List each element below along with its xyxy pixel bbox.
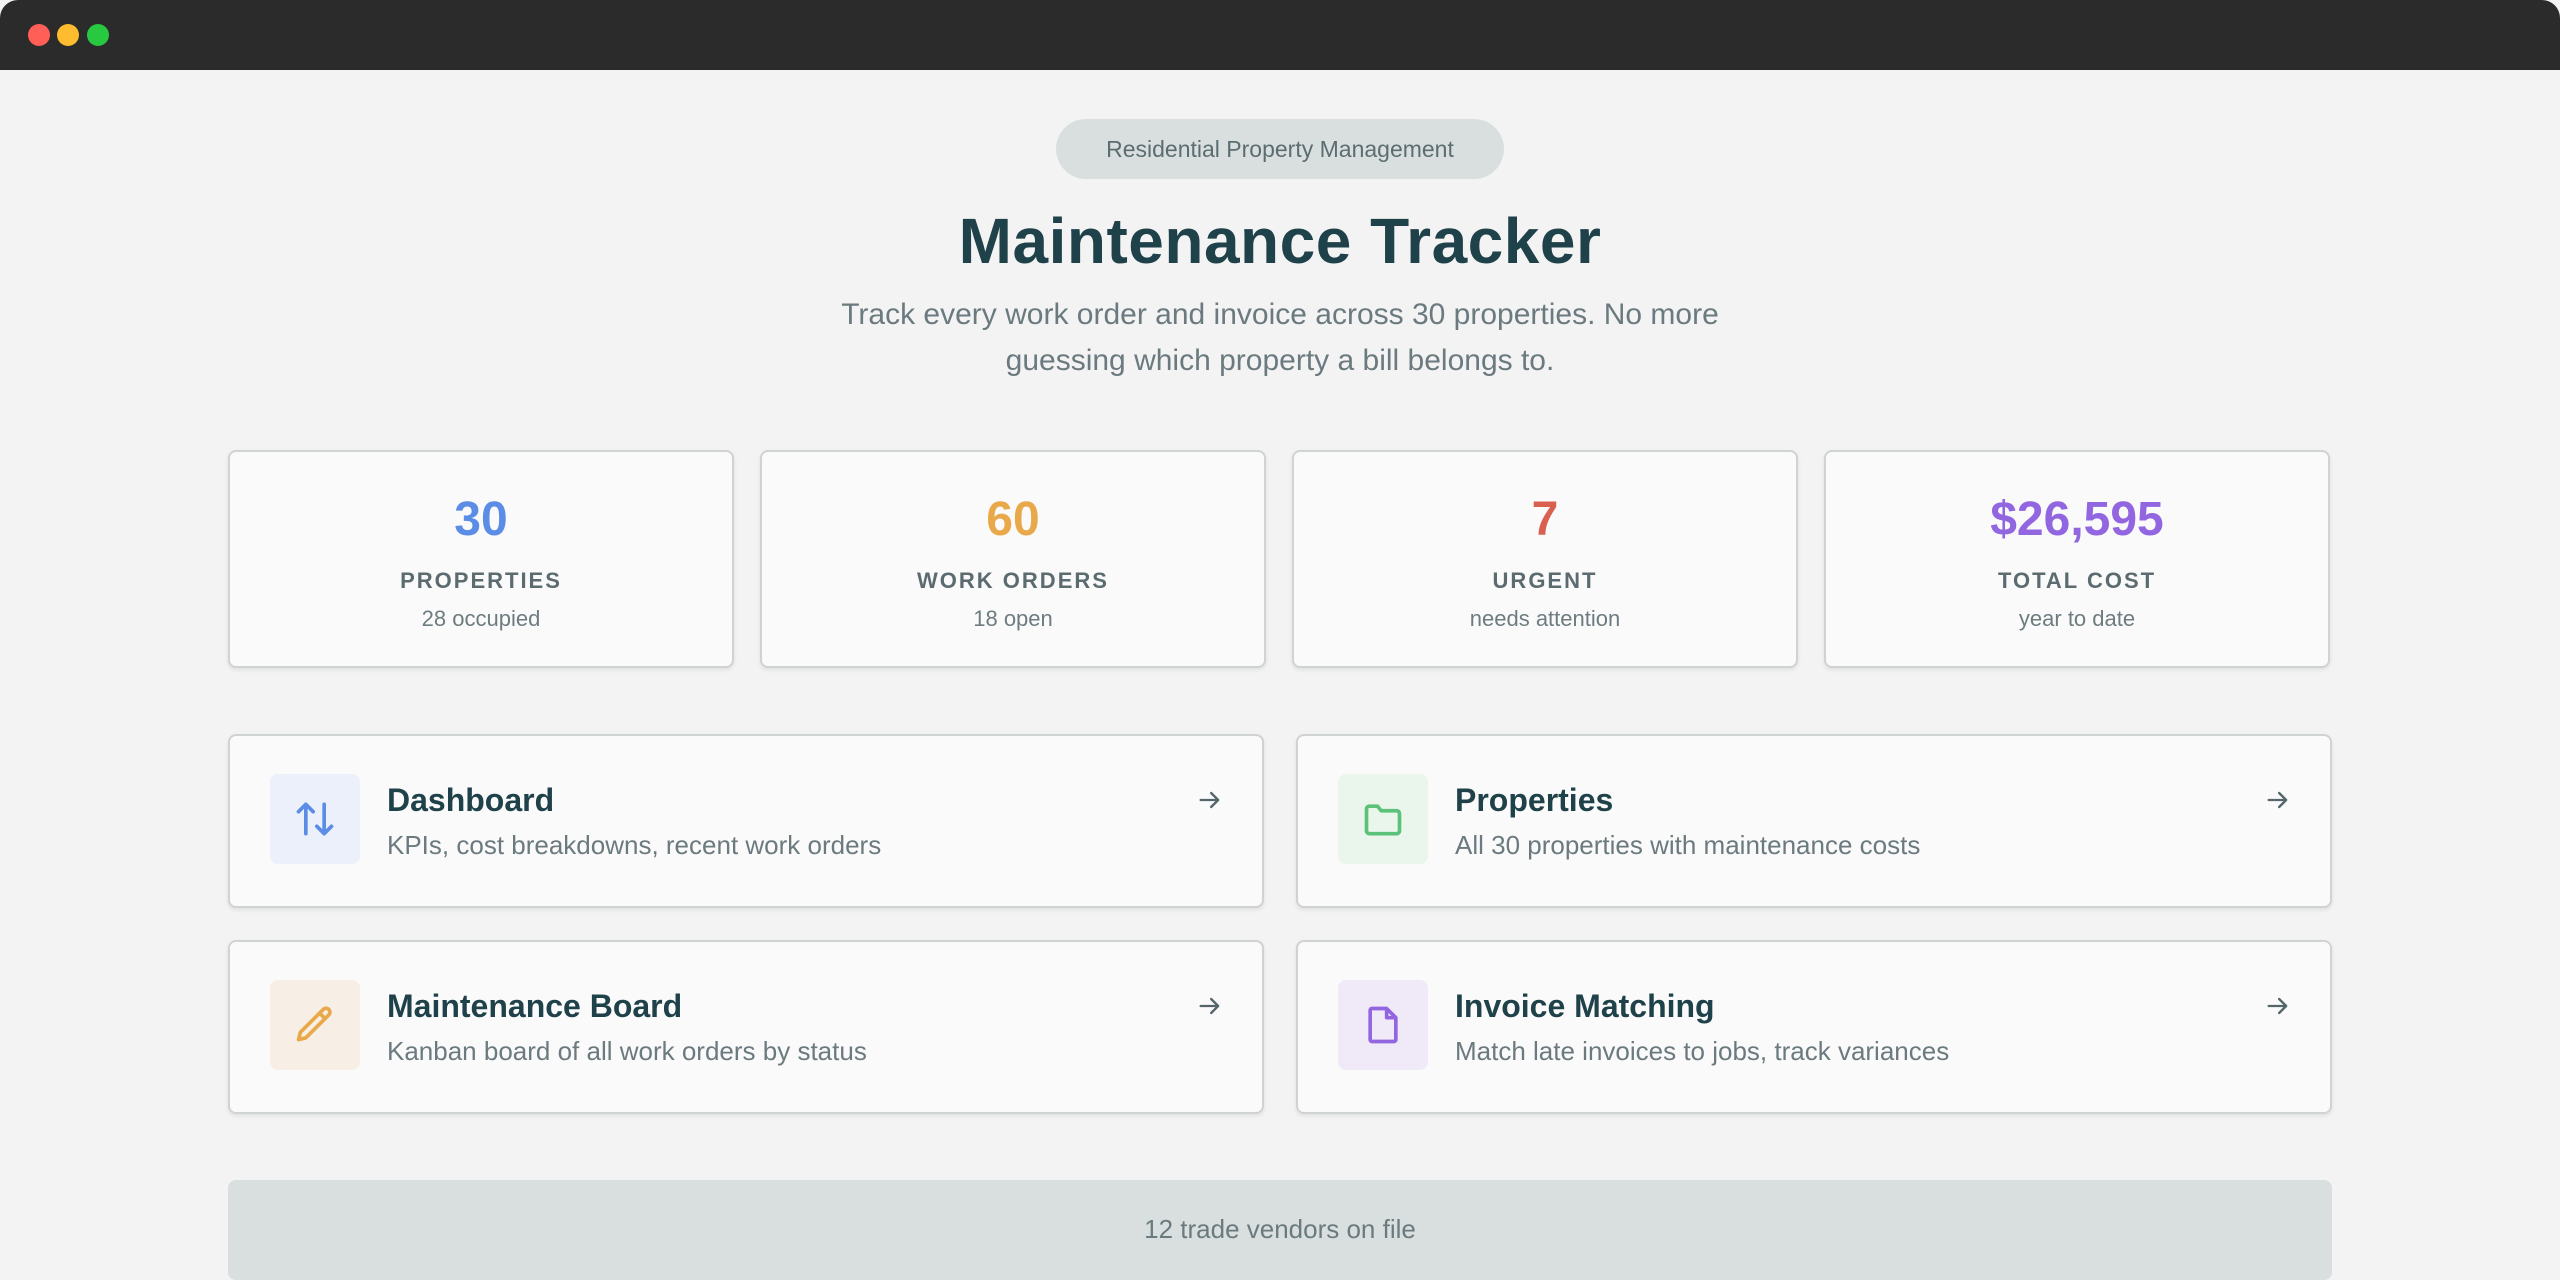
nav-card-maintenance-board[interactable]: Maintenance Board Kanban board of all wo… <box>228 940 1264 1114</box>
stat-card-urgent: 7 URGENT needs attention <box>1292 450 1798 668</box>
stat-subtext: needs attention <box>1469 606 1621 631</box>
document-icon <box>1338 980 1428 1070</box>
arrow-right-icon <box>2267 997 2288 1015</box>
arrow-right-icon <box>1199 997 1220 1015</box>
stat-value: $26,595 <box>1990 493 2164 546</box>
stat-subtext: 18 open <box>973 606 1053 631</box>
window-titlebar <box>0 0 2560 70</box>
stat-label: URGENT <box>1492 568 1598 593</box>
stat-value: 30 <box>454 493 508 546</box>
stat-card-work-orders: 60 WORK ORDERS 18 open <box>760 450 1266 668</box>
maximize-window-button[interactable] <box>87 24 109 46</box>
arrows-up-down-icon <box>270 774 360 864</box>
category-badge: Residential Property Management <box>1056 119 1504 179</box>
stat-subtext: 28 occupied <box>421 606 541 631</box>
stat-card-total-cost: $26,595 TOTAL COST year to date <box>1824 450 2330 668</box>
nav-card-invoice-matching[interactable]: Invoice Matching Match late invoices to … <box>1296 940 2332 1114</box>
landing-page: Residential Property Management Maintena… <box>0 70 2560 1280</box>
nav-card-properties[interactable]: Properties All 30 properties with mainte… <box>1296 734 2332 908</box>
close-window-button[interactable] <box>28 24 50 46</box>
page-subtitle: Track every work order and invoice acros… <box>841 298 1719 377</box>
folder-icon <box>1338 774 1428 864</box>
card-description: KPIs, cost breakdowns, recent work order… <box>387 830 882 860</box>
vendors-footer: 12 trade vendors on file <box>228 1180 2332 1280</box>
stat-label: PROPERTIES <box>400 568 562 593</box>
stat-value: 7 <box>1531 493 1559 546</box>
minimize-window-button[interactable] <box>57 24 79 46</box>
stat-value: 60 <box>986 493 1040 546</box>
card-title: Dashboard <box>387 782 555 818</box>
vendors-count-text: 12 trade vendors on file <box>1144 1214 1416 1244</box>
card-title: Invoice Matching <box>1455 988 1715 1024</box>
card-description: Kanban board of all work orders by statu… <box>387 1036 867 1066</box>
page-title: Maintenance Tracker <box>958 205 1602 277</box>
card-description: All 30 properties with maintenance costs <box>1455 830 1921 860</box>
arrow-right-icon <box>2267 791 2288 809</box>
stat-subtext: year to date <box>2018 606 2136 631</box>
card-description: Match late invoices to jobs, track varia… <box>1455 1036 1950 1066</box>
stat-label: TOTAL COST <box>1997 568 2157 593</box>
arrow-right-icon <box>1199 791 1220 809</box>
card-title: Properties <box>1455 782 1614 818</box>
pencil-icon <box>270 980 360 1070</box>
card-title: Maintenance Board <box>387 988 683 1024</box>
stat-label: WORK ORDERS <box>917 568 1109 593</box>
stat-card-properties: 30 PROPERTIES 28 occupied <box>228 450 734 668</box>
nav-card-dashboard[interactable]: Dashboard KPIs, cost breakdowns, recent … <box>228 734 1264 908</box>
